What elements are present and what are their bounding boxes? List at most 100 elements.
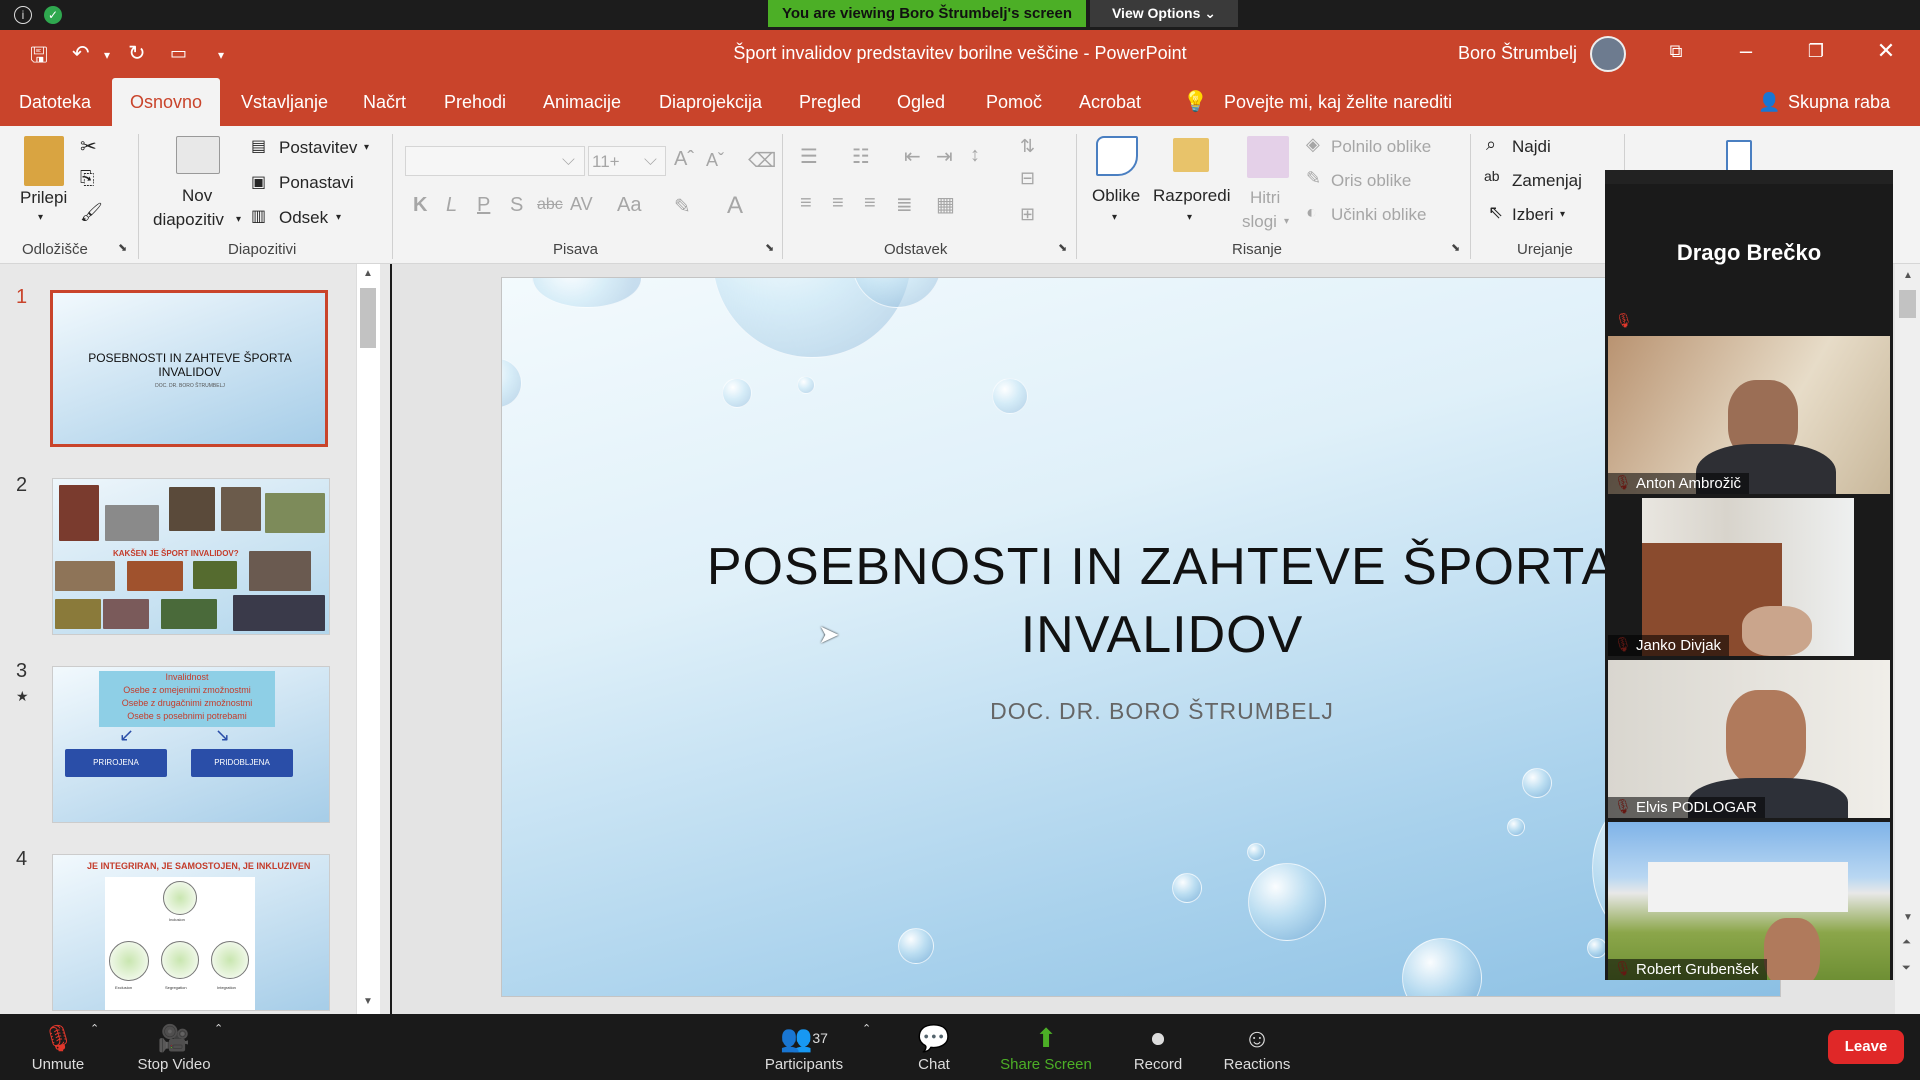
copy-icon[interactable]: ⎘ — [80, 168, 94, 189]
share-screen-button[interactable]: ⬆ Share Screen — [996, 1022, 1096, 1073]
smartart-icon[interactable]: ⊞ — [1020, 204, 1035, 225]
increase-indent-icon[interactable]: ⇥ — [936, 144, 953, 169]
editor-scrollbar[interactable]: ▲ ▼ ⏶ ⏷ — [1895, 264, 1920, 1014]
unmute-button[interactable]: 🎙 Unmute — [22, 1022, 94, 1073]
tab-help[interactable]: Pomoč — [986, 78, 1042, 126]
quick-styles-dropdown-icon[interactable]: ▾ — [1284, 216, 1289, 227]
avatar[interactable] — [1590, 36, 1626, 72]
present-from-start-icon[interactable]: ▭ — [170, 43, 187, 64]
minimize-icon[interactable]: – — [1726, 38, 1766, 64]
share-icon[interactable]: 👤 — [1758, 78, 1780, 126]
shapes-dropdown-icon[interactable]: ▾ — [1112, 212, 1117, 223]
scroll-up-icon[interactable]: ▲ — [363, 268, 373, 279]
dialog-launcher-icon[interactable]: ⬊ — [1058, 241, 1067, 254]
scroll-thumb[interactable] — [1899, 290, 1916, 318]
encryption-shield-icon[interactable]: ✓ — [44, 6, 62, 24]
paste-button[interactable]: Prilepi — [20, 188, 67, 208]
section-dropdown-icon[interactable]: ▾ — [336, 212, 341, 223]
tab-view[interactable]: Ogled — [897, 78, 945, 126]
next-slide-icon[interactable]: ⏷ — [1902, 962, 1911, 975]
gallery-drag-bar[interactable] — [1605, 170, 1893, 184]
customize-qat-icon[interactable]: ▾ — [218, 48, 224, 62]
tab-slideshow[interactable]: Diaprojekcija — [659, 78, 762, 126]
format-painter-icon[interactable]: 🖌 — [80, 202, 103, 223]
scroll-thumb[interactable] — [360, 288, 376, 348]
dialog-launcher-icon[interactable]: ⬊ — [1451, 241, 1460, 254]
layout-button[interactable]: Postavitev — [279, 138, 357, 158]
character-spacing-button[interactable]: AV — [570, 194, 593, 215]
share-button[interactable]: Skupna raba — [1788, 78, 1890, 126]
text-direction-icon[interactable]: ⇅ — [1020, 136, 1035, 157]
tab-transitions[interactable]: Prehodi — [444, 78, 506, 126]
section-button[interactable]: Odsek — [279, 208, 328, 228]
arrange-dropdown-icon[interactable]: ▾ — [1187, 212, 1192, 223]
stop-video-button[interactable]: 🎥 Stop Video — [128, 1022, 220, 1073]
clear-formatting-icon[interactable]: ⌫ — [748, 148, 776, 173]
scroll-up-icon[interactable]: ▲ — [1903, 270, 1913, 281]
reset-button[interactable]: Ponastavi — [279, 173, 354, 193]
participants-options-icon[interactable]: ⌃ — [862, 1022, 871, 1035]
highlight-icon[interactable]: ✎ — [674, 194, 691, 219]
tab-insert[interactable]: Vstavljanje — [241, 78, 328, 126]
account-name[interactable]: Boro Štrumbelj — [1458, 43, 1577, 64]
ribbon-display-options-icon[interactable]: ⧉ — [1656, 41, 1696, 62]
repeat-icon[interactable]: ↻ — [128, 41, 146, 66]
layout-dropdown-icon[interactable]: ▾ — [364, 142, 369, 153]
bold-button[interactable]: K — [413, 194, 427, 217]
bullets-icon[interactable]: ☰ — [800, 144, 818, 169]
main-slide[interactable]: POSEBNOSTI IN ZAHTEVE ŠPORTA INVALIDOV D… — [501, 277, 1781, 997]
align-text-icon[interactable]: ⊟ — [1020, 168, 1035, 189]
tab-design[interactable]: Načrt — [363, 78, 406, 126]
font-name-box[interactable] — [405, 146, 585, 176]
shrink-font-icon[interactable]: Aˇ — [706, 150, 724, 171]
shadow-button[interactable]: S — [510, 194, 523, 217]
change-case-button[interactable]: Aa — [617, 194, 641, 217]
slide-subtitle[interactable]: DOC. DR. BORO ŠTRUMBELJ — [682, 698, 1642, 725]
font-name-dropdown-icon[interactable]: ⌵ — [562, 150, 575, 170]
justify-icon[interactable]: ≣ — [896, 192, 913, 217]
record-button[interactable]: ⏺ Record — [1126, 1022, 1190, 1073]
find-button[interactable]: Najdi — [1512, 137, 1551, 157]
shape-outline-button[interactable]: Oris oblike — [1331, 171, 1411, 191]
slide-thumbnail-3[interactable]: Invalidnost Osebe z omejenimi zmožnostmi… — [52, 666, 330, 823]
shape-fill-button[interactable]: Polnilo oblike — [1331, 137, 1431, 157]
thumbnails-scrollbar[interactable]: ▲ ▼ — [356, 264, 380, 1014]
slide-thumbnail-1[interactable]: POSEBNOSTI IN ZAHTEVE ŠPORTA INVALIDOV D… — [50, 290, 328, 447]
participant-tile[interactable]: 🎙 Elvis PODLOGAR — [1608, 660, 1890, 818]
close-icon[interactable]: ✕ — [1866, 38, 1906, 64]
undo-icon[interactable]: ↶ — [72, 41, 90, 66]
quick-styles-icon[interactable] — [1247, 136, 1289, 178]
info-icon[interactable]: i — [14, 6, 32, 24]
undo-dropdown-icon[interactable]: ▾ — [104, 48, 110, 62]
align-left-icon[interactable]: ≡ — [800, 192, 812, 215]
quick-styles-button[interactable]: Hitri — [1250, 188, 1280, 208]
new-slide-icon[interactable] — [176, 136, 220, 174]
participant-tile[interactable]: 🎙 Janko Divjak — [1608, 498, 1890, 656]
arrange-button[interactable]: Razporedi — [1153, 186, 1231, 206]
numbering-icon[interactable]: ☷ — [852, 144, 870, 169]
participants-button[interactable]: 👥37 Participants — [758, 1022, 850, 1073]
paste-dropdown-icon[interactable]: ▾ — [38, 212, 43, 223]
line-spacing-icon[interactable]: ↕ — [970, 144, 980, 167]
decrease-indent-icon[interactable]: ⇤ — [904, 144, 921, 169]
italic-button[interactable]: L — [446, 194, 457, 217]
new-slide-button[interactable]: Nov — [182, 186, 212, 206]
scroll-down-icon[interactable]: ▼ — [1903, 912, 1913, 923]
replace-button[interactable]: Zamenjaj — [1512, 171, 1582, 191]
save-icon[interactable]: 🖫 — [30, 41, 48, 76]
quick-styles-button-line2[interactable]: slogi — [1242, 212, 1277, 232]
grow-font-icon[interactable]: Aˆ — [674, 148, 694, 171]
underline-button[interactable]: P — [477, 194, 490, 217]
strikethrough-button[interactable]: abc — [537, 196, 563, 214]
leave-meeting-button[interactable]: Leave — [1828, 1030, 1904, 1064]
align-center-icon[interactable]: ≡ — [832, 192, 844, 215]
audio-options-icon[interactable]: ⌃ — [90, 1022, 99, 1035]
cut-icon[interactable]: ✂ — [80, 134, 97, 159]
previous-slide-icon[interactable]: ⏶ — [1902, 936, 1911, 949]
participant-tile[interactable]: 🎙 Anton Ambrožič — [1608, 336, 1890, 494]
paste-icon[interactable] — [24, 136, 64, 186]
new-slide-button-line2[interactable]: diapozitiv — [153, 210, 224, 230]
select-dropdown-icon[interactable]: ▾ — [1560, 209, 1565, 220]
font-color-icon[interactable]: A — [727, 192, 743, 220]
shape-effects-button[interactable]: Učinki oblike — [1331, 205, 1426, 225]
